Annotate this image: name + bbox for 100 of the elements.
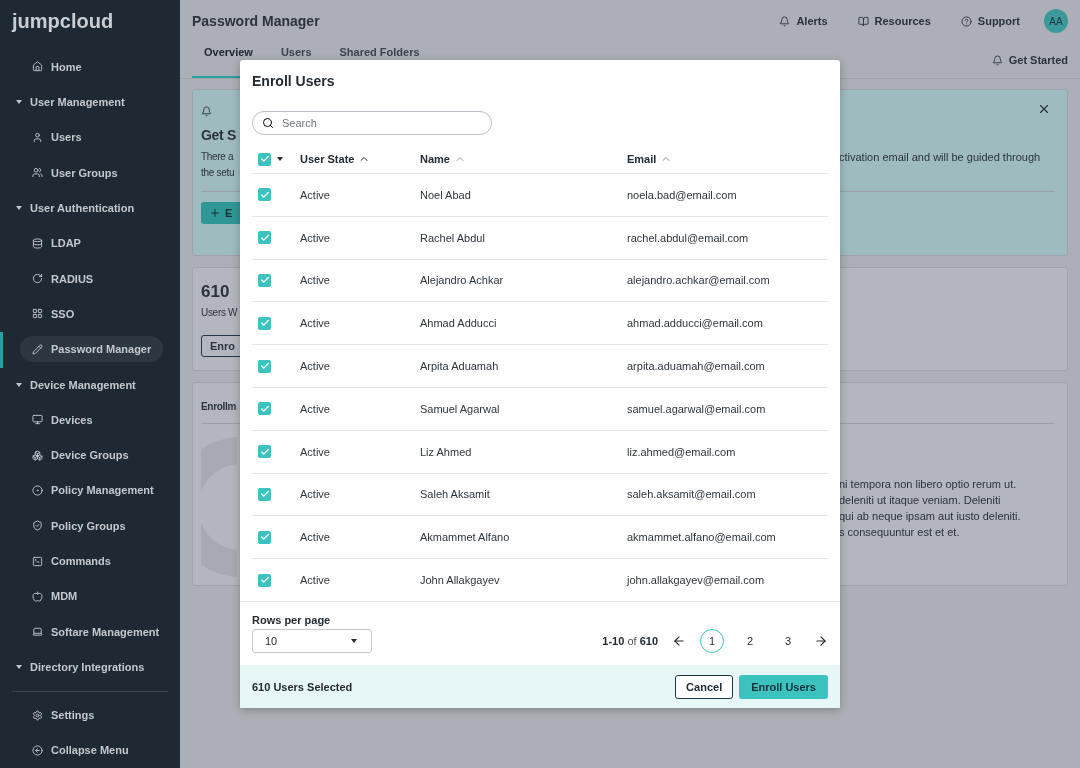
plus-icon <box>209 207 221 219</box>
table-cell-text: saleh.aksamit@email.com <box>627 488 757 501</box>
card-text: There a <box>201 150 235 164</box>
monitor-icon <box>32 414 43 426</box>
card-title: Enrollm <box>201 400 238 414</box>
table-cell-text: Arpita Aduamah <box>420 360 500 373</box>
rows-per-page-select[interactable]: 10 <box>252 629 372 653</box>
sidebar-item[interactable]: Policy Management <box>20 477 166 504</box>
card-text: ni tempora non libero optio rerum ut. <box>839 477 1018 492</box>
sidebar-item[interactable]: SSO <box>20 300 87 327</box>
checkbox[interactable] <box>258 487 271 501</box>
sidebar-section[interactable]: Directory Integrations <box>30 660 145 673</box>
get-started-link[interactable]: Get Started <box>991 42 1068 78</box>
table-cell-text: Akmammet Alfano <box>420 531 511 544</box>
header-link[interactable]: Alerts <box>779 15 828 27</box>
sidebar-item[interactable]: MDM <box>20 583 90 610</box>
card-text: qui ab neque ipsam aut iusto deleniti. <box>839 509 1022 524</box>
sidebar-item[interactable]: Commands <box>20 548 123 574</box>
checkbox[interactable] <box>258 573 271 587</box>
sidebar-item[interactable]: Home <box>20 53 94 80</box>
bell-icon <box>991 54 1003 66</box>
users-icon <box>32 167 43 179</box>
table-cell-text: Active <box>300 360 331 373</box>
table-cell-text: Liz Ahmed <box>420 445 473 458</box>
table-cell-text: Alejandro Achkar <box>420 274 505 287</box>
sidebar-item[interactable]: Device Groups <box>20 442 141 469</box>
table-cell-text: akmammet.alfano@email.com <box>627 531 777 544</box>
table-cell-text: noela.bad@email.com <box>627 188 738 201</box>
sidebar-item[interactable]: RADIUS <box>20 265 106 292</box>
sidebar-item[interactable]: Users <box>20 124 94 151</box>
header-link[interactable]: Support <box>960 15 1020 27</box>
table-cell-text: rachel.abdul@email.com <box>627 231 750 244</box>
checkbox[interactable] <box>258 445 271 459</box>
refresh-icon <box>32 273 43 285</box>
card-text: deleniti ut itaque veniam. Deleniti <box>839 493 1002 508</box>
close-icon[interactable] <box>1037 102 1051 116</box>
checkbox[interactable] <box>258 316 271 330</box>
sidebar-item[interactable]: Policy Groups <box>20 512 138 539</box>
checkbox[interactable] <box>258 530 271 544</box>
next-page-button[interactable] <box>814 634 828 648</box>
bell-icon <box>779 15 791 27</box>
sidebar-item[interactable]: Devices <box>20 406 105 433</box>
column-header[interactable]: User State <box>300 153 420 165</box>
search-field[interactable]: Search <box>252 111 492 135</box>
logo[interactable]: jumpcloud <box>0 10 180 50</box>
laptop-icon <box>32 626 43 638</box>
table-cell-text: John Allakgayev <box>420 574 501 587</box>
table-cell-text: Ahmad Adducci <box>420 317 498 330</box>
search-icon <box>262 117 274 129</box>
checkbox[interactable] <box>258 274 271 287</box>
table-cell-text: arpita.aduamah@email.com <box>627 360 766 373</box>
sidebar-item[interactable]: Collapse Menu <box>20 737 141 764</box>
database-icon <box>32 237 43 249</box>
page-range: 1-10 of 610 <box>602 635 658 647</box>
checkbox[interactable] <box>258 188 271 202</box>
cancel-button[interactable]: Cancel <box>675 674 734 699</box>
terminal-icon <box>32 555 43 567</box>
page-title: Password Manager <box>192 13 321 29</box>
grid-icon <box>32 308 43 320</box>
bell-icon <box>201 106 212 117</box>
header-link[interactable]: Resources <box>857 15 931 27</box>
caret-icon <box>351 639 357 643</box>
table-cell-text: Active <box>300 231 331 244</box>
table-cell-text: ahmad.adducci@email.com <box>627 317 764 330</box>
sidebar-item[interactable]: Softare Management <box>20 618 172 645</box>
table-cell-text: Active <box>300 574 331 587</box>
active-indicator <box>0 331 3 368</box>
sidebar-item[interactable]: Password Manager <box>20 336 164 363</box>
table-cell-text: liz.ahmed@email.com <box>627 445 737 458</box>
rows-per-page-label: Rows per page <box>252 614 332 626</box>
card-heading: Get S <box>201 126 238 145</box>
sidebar-section[interactable]: User Authentication <box>30 202 135 215</box>
checkbox[interactable] <box>258 231 271 245</box>
avatar[interactable]: AA <box>1044 9 1068 33</box>
help-icon <box>960 15 972 27</box>
enroll-users-button[interactable]: Enroll Users <box>739 674 828 699</box>
table-cell-text: Noel Abad <box>420 188 472 201</box>
column-header[interactable]: Email <box>627 153 828 165</box>
page-button[interactable]: 1 <box>700 629 724 653</box>
book-icon <box>857 15 869 27</box>
table-cell-text: Samuel Agarwal <box>420 402 501 415</box>
checkbox[interactable] <box>258 402 271 416</box>
table-cell-text: Saleh Aksamit <box>420 488 491 501</box>
sidebar-item[interactable]: Settings <box>20 702 107 729</box>
table-cell-text: Active <box>300 402 331 415</box>
user-count: 610 <box>201 282 231 302</box>
column-header[interactable]: Name <box>420 153 627 165</box>
caret-icon[interactable] <box>277 157 283 161</box>
sidebar-section[interactable]: User Management <box>30 96 125 109</box>
sidebar-section[interactable]: Device Management <box>30 378 136 391</box>
previous-page-button[interactable] <box>672 634 686 648</box>
sidebar-item[interactable]: LDAP <box>20 230 93 257</box>
card-text: ctivation email and will be guided through <box>839 150 1042 165</box>
card-text: s consequuntur est et et. <box>839 525 961 540</box>
checkbox[interactable] <box>258 359 271 373</box>
sidebar-item[interactable]: User Groups <box>20 159 130 186</box>
table-cell-text: Rachel Abdul <box>420 231 486 244</box>
checkbox[interactable] <box>258 152 271 166</box>
shield-icon <box>32 520 43 532</box>
target-icon <box>32 484 43 496</box>
